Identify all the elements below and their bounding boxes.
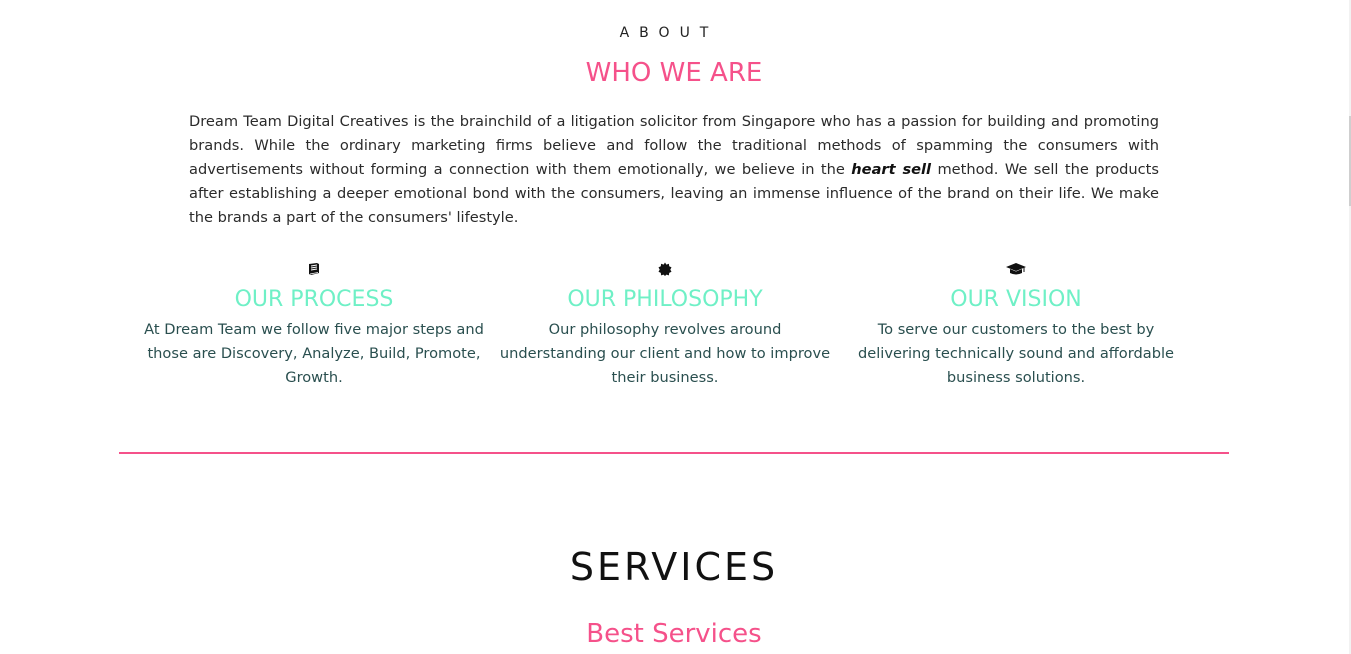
services-title: SERVICES	[569, 545, 779, 589]
about-description: Dream Team Digital Creatives is the brai…	[189, 110, 1159, 230]
about-title: WHO WE ARE	[585, 58, 763, 88]
section-divider	[119, 452, 1229, 454]
services-subtitle: Best Services	[586, 619, 762, 649]
about-emphasis: heart sell	[851, 161, 932, 178]
badge-icon	[495, 262, 835, 280]
feature-title: OUR PROCESS	[234, 287, 394, 312]
feature-text: At Dream Team we follow five major steps…	[144, 321, 484, 386]
page: ABOUT WHO WE ARE Dream Team Digital Crea…	[0, 0, 1351, 654]
feature-title: OUR VISION	[950, 287, 1082, 312]
feature-philosophy: OUR PHILOSOPHY Our philosophy revolves a…	[495, 262, 835, 390]
about-eyebrow: ABOUT	[619, 25, 719, 41]
feature-vision: OUR VISION To serve our customers to the…	[846, 262, 1186, 390]
features-row: OUR PROCESS At Dream Team we follow five…	[0, 262, 1351, 402]
book-icon	[144, 262, 484, 280]
feature-text: Our philosophy revolves around understan…	[499, 321, 831, 386]
graduation-cap-icon	[846, 262, 1186, 280]
feature-process: OUR PROCESS At Dream Team we follow five…	[144, 262, 484, 390]
feature-title: OUR PHILOSOPHY	[567, 287, 763, 312]
feature-text: To serve our customers to the best by de…	[857, 321, 1174, 386]
